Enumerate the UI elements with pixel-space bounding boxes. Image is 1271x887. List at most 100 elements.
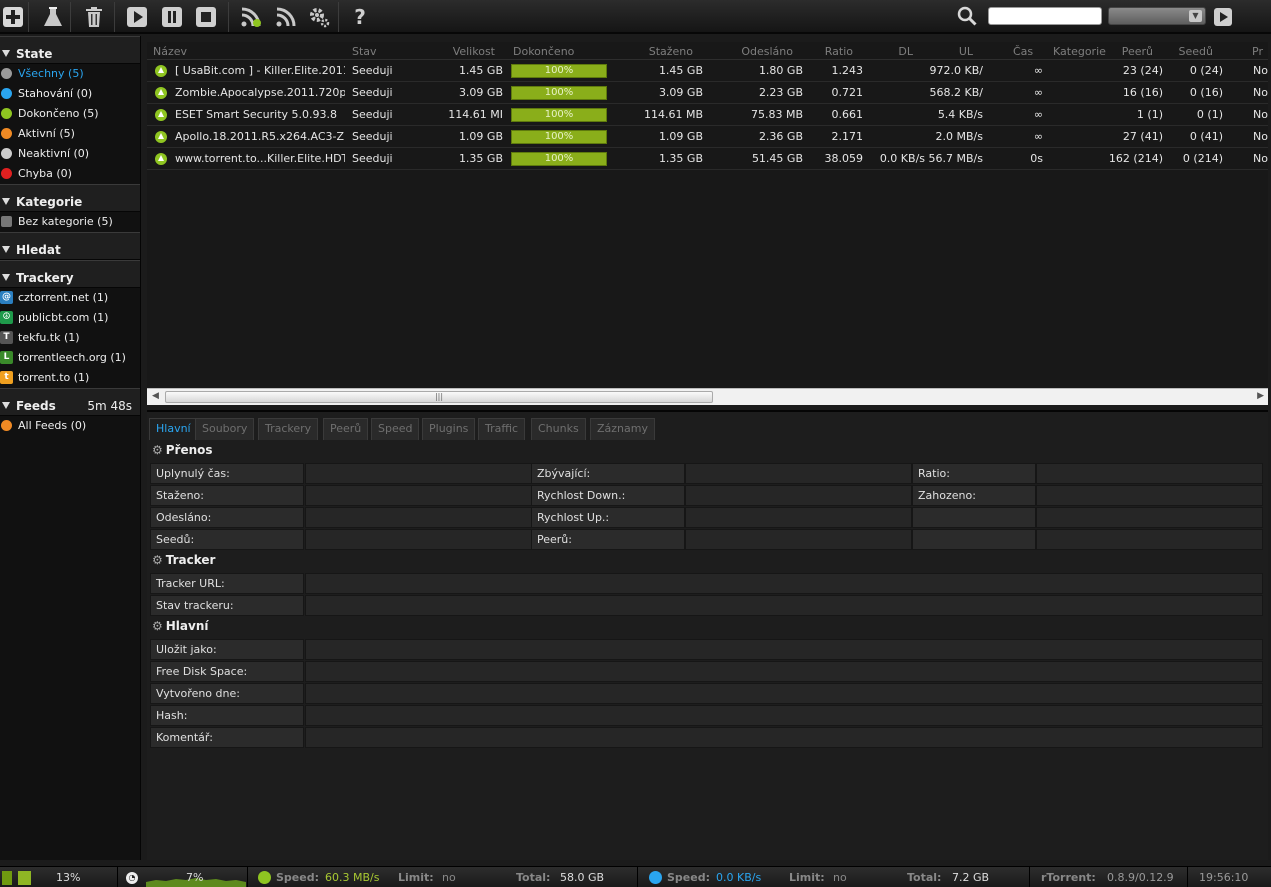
field-value — [305, 507, 532, 528]
state-item[interactable]: Stahování (0) — [0, 84, 140, 104]
stop-icon — [196, 7, 216, 27]
category-item[interactable]: Bez kategorie (5) — [0, 212, 140, 232]
settings-button[interactable] — [306, 4, 332, 30]
torrent-ul-speed: 972.0 KB/ — [929, 64, 983, 77]
state-item-count: (0) — [56, 167, 72, 180]
tab-8[interactable]: Chunks — [531, 418, 586, 440]
table-row[interactable]: [ UsaBit.com ] - Killer.Elite.2011 Seeduj… — [147, 60, 1268, 82]
torrent-seeds: 0 (24) — [1189, 64, 1223, 77]
column-header[interactable]: Odesláno — [737, 45, 793, 58]
help-button[interactable]: ? — [347, 4, 373, 30]
search-engine-select[interactable]: ▼ — [1108, 7, 1206, 25]
state-section-header[interactable]: State — [0, 36, 140, 64]
column-header[interactable]: Pr — [1252, 45, 1263, 58]
tracker-item[interactable]: Ltorrentleech.org (1) — [0, 348, 140, 368]
tracker-item-count: (1) — [92, 311, 109, 324]
state-item[interactable]: Dokončeno (5) — [0, 104, 140, 124]
state-item[interactable]: Chyba (0) — [0, 164, 140, 184]
tab-6[interactable]: Plugins — [422, 418, 476, 440]
tab-4[interactable]: Peerů — [323, 418, 369, 440]
gear-icon: ⚙ — [152, 443, 163, 457]
list-header: Název Stav Velikost Dokončeno Staženo Odeslán… — [147, 42, 1268, 60]
field-label: Tracker URL: — [150, 573, 304, 594]
tracker-item-label: tekfu.tk — [18, 331, 61, 344]
torrent-downloaded: 1.35 GB — [658, 152, 703, 165]
column-header[interactable]: UL — [937, 45, 973, 58]
progress-label: 100% — [544, 153, 574, 164]
tracker-item[interactable]: @ cztorrent.net (1) — [0, 288, 140, 308]
state-item[interactable]: Všechny (5) — [0, 64, 140, 84]
transfer-section: ⚙ Přenos — [152, 443, 213, 457]
column-header[interactable]: Ratio — [813, 45, 853, 58]
torrent-size: 1.35 GB — [458, 152, 503, 165]
completed-icon — [1, 108, 12, 119]
scroll-right-icon[interactable]: ▶ — [1257, 391, 1264, 401]
trackers-section-header[interactable]: Trackery — [0, 260, 140, 288]
transfer-section-title: Přenos — [165, 443, 213, 457]
state-item[interactable]: Aktivní (5) — [0, 124, 140, 144]
field-label: Rychlost Down.: — [531, 485, 685, 506]
horizontal-scrollbar[interactable]: ◀ ||| ▶ — [147, 388, 1268, 405]
add-torrent-button[interactable] — [0, 4, 26, 30]
table-row[interactable]: Apollo.18.2011.R5.x264.AC3-Z Seeduji 1.09 … — [147, 126, 1268, 148]
category-section-header[interactable]: Kategorie — [0, 184, 140, 212]
feeds-section-header[interactable]: Feeds 5m 48s — [0, 388, 140, 416]
search-button[interactable] — [954, 3, 980, 29]
field-value — [305, 573, 1263, 594]
column-header[interactable]: Název — [153, 45, 187, 58]
scrollbar-thumb[interactable]: ||| — [165, 391, 713, 403]
tracker-favicon-icon: t — [0, 371, 13, 384]
tab-2[interactable]: Soubory — [195, 418, 255, 440]
column-header[interactable]: Stav — [352, 45, 377, 58]
tab-3[interactable]: Trackery — [258, 418, 319, 440]
tab-7[interactable]: Traffic — [478, 418, 526, 440]
pause-button[interactable] — [159, 4, 185, 30]
torrent-ratio: 38.059 — [824, 152, 864, 165]
column-header[interactable]: Čas — [1013, 45, 1033, 58]
state-item-count: (5) — [68, 67, 84, 80]
field-label: Komentář: — [150, 727, 304, 748]
column-header[interactable]: Seedů — [1177, 45, 1213, 58]
torrent-status: Seeduji — [352, 86, 393, 99]
torrent-status: Seeduji — [352, 152, 393, 165]
table-row[interactable]: ESET Smart Security 5.0.93.8 Seeduji 114.6… — [147, 104, 1268, 126]
scroll-left-icon[interactable]: ◀ — [152, 391, 159, 401]
tab-5[interactable]: Speed — [371, 418, 420, 440]
remove-button[interactable] — [81, 4, 107, 30]
download-limit-value[interactable]: no — [442, 867, 456, 887]
column-header[interactable]: Peerů — [1107, 45, 1153, 58]
column-header[interactable]: Kategorie — [1053, 45, 1106, 58]
start-button[interactable] — [124, 4, 150, 30]
search-section-header[interactable]: Hledat — [0, 232, 140, 260]
field-label: Uložit jako: — [150, 639, 304, 660]
upload-limit-value[interactable]: no — [833, 867, 847, 887]
rss-button[interactable] — [273, 4, 299, 30]
tracker-item[interactable]: Ttekfu.tk (1) — [0, 328, 140, 348]
table-row[interactable]: www.torrent.to...Killer.Elite.HDT\ Seeduj… — [147, 148, 1268, 170]
torrent-name: ESET Smart Security 5.0.93.8 — [175, 108, 338, 121]
column-header[interactable]: Dokončeno — [513, 45, 574, 58]
tab-9[interactable]: Záznamy — [590, 418, 655, 440]
column-header[interactable]: Velikost — [447, 45, 495, 58]
rss-icon — [1, 420, 12, 431]
state-item[interactable]: Neaktivní (0) — [0, 144, 140, 164]
search-go-button[interactable] — [1210, 4, 1236, 30]
rss-manager-button[interactable] — [238, 4, 264, 30]
download-total-label: Total: — [516, 871, 551, 884]
feed-item[interactable]: All Feeds (0) — [0, 416, 140, 436]
upload-limit-label: Limit: — [789, 871, 825, 884]
state-item-label: Stahování — [18, 87, 74, 100]
tracker-item[interactable]: ☮ publicbt.com (1) — [0, 308, 140, 328]
seeding-icon — [155, 65, 167, 77]
column-header[interactable]: Staženo — [647, 45, 693, 58]
tab-1[interactable]: Hlavní — [149, 418, 198, 440]
search-input[interactable] — [988, 7, 1102, 25]
create-torrent-button[interactable] — [40, 4, 66, 30]
download-speed-label: Speed: — [276, 871, 319, 884]
stop-button[interactable] — [193, 4, 219, 30]
tracker-item[interactable]: t torrent.to (1) — [0, 368, 140, 388]
torrent-uploaded: 2.23 GB — [758, 86, 803, 99]
table-row[interactable]: Zombie.Apocalypse.2011.720p Seeduji 3.09 G… — [147, 82, 1268, 104]
column-header[interactable]: DL — [877, 45, 913, 58]
progress-bar: 100% — [511, 152, 607, 166]
